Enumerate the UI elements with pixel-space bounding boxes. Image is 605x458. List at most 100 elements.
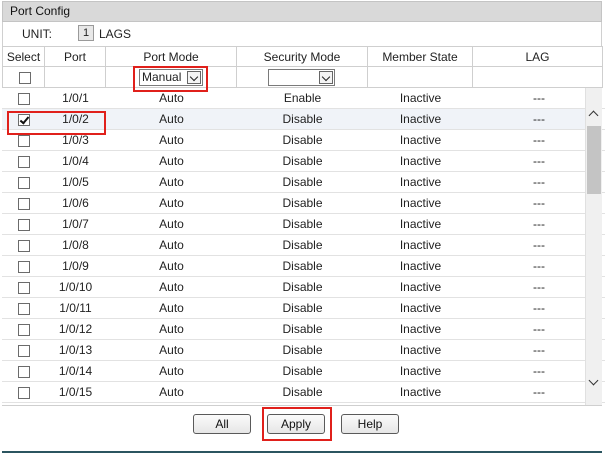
member-state-cell: Inactive: [368, 256, 473, 277]
member-state-cell: Inactive: [368, 298, 473, 319]
port-cell: 1/0/13: [45, 340, 106, 361]
port-mode-cell: Auto: [106, 256, 237, 277]
header-security-mode: Security Mode: [237, 46, 368, 67]
table-scrollbar[interactable]: [585, 88, 602, 405]
help-button[interactable]: Help: [341, 414, 399, 434]
table-header: Select Port Port Mode Security Mode Memb…: [2, 46, 603, 67]
table-row: 1/0/13 Auto Disable Inactive ---: [2, 340, 605, 361]
port-mode-cell: Auto: [106, 172, 237, 193]
header-member-state: Member State: [368, 46, 473, 67]
row-select-checkbox[interactable]: [18, 93, 30, 105]
port-mode-cell: Auto: [106, 340, 237, 361]
member-state-cell: Inactive: [368, 151, 473, 172]
row-select-checkbox[interactable]: [18, 156, 30, 168]
port-mode-cell: Auto: [106, 109, 237, 130]
lags-link[interactable]: LAGS: [99, 27, 131, 41]
header-port-mode: Port Mode: [106, 46, 237, 67]
table-row: 1/0/2 Auto Disable Inactive ---: [2, 109, 605, 130]
security-mode-cell: Disable: [237, 361, 368, 382]
security-mode-cell: Disable: [237, 382, 368, 403]
table-row: 1/0/4 Auto Disable Inactive ---: [2, 151, 605, 172]
security-mode-cell: Disable: [237, 130, 368, 151]
table-control-row: Manual: [2, 67, 603, 88]
port-cell: 1/0/2: [45, 109, 106, 130]
header-port: Port: [45, 46, 106, 67]
row-select-checkbox[interactable]: [18, 135, 30, 147]
unit-label: UNIT:: [22, 27, 52, 41]
port-mode-cell: Auto: [106, 298, 237, 319]
table-row: 1/0/5 Auto Disable Inactive ---: [2, 172, 605, 193]
apply-button[interactable]: Apply: [267, 414, 325, 434]
chevron-down-icon[interactable]: [187, 71, 201, 84]
port-cell: 1/0/8: [45, 235, 106, 256]
security-mode-cell: Disable: [237, 340, 368, 361]
port-cell: 1/0/15: [45, 382, 106, 403]
row-select-checkbox[interactable]: [18, 219, 30, 231]
member-state-cell: Inactive: [368, 361, 473, 382]
member-state-cell: Inactive: [368, 214, 473, 235]
select-all-checkbox[interactable]: [19, 72, 31, 84]
header-select: Select: [2, 46, 45, 67]
table-row: 1/0/10 Auto Disable Inactive ---: [2, 277, 605, 298]
security-mode-cell: Disable: [237, 151, 368, 172]
security-mode-cell: Disable: [237, 235, 368, 256]
row-select-checkbox[interactable]: [18, 324, 30, 336]
table-row: 1/0/12 Auto Disable Inactive ---: [2, 319, 605, 340]
member-state-cell: Inactive: [368, 277, 473, 298]
member-state-cell: Inactive: [368, 172, 473, 193]
port-mode-cell: Auto: [106, 235, 237, 256]
unit-1-button[interactable]: 1: [78, 25, 94, 41]
member-state-cell: Inactive: [368, 109, 473, 130]
security-mode-cell: Disable: [237, 319, 368, 340]
security-mode-select[interactable]: [268, 69, 335, 86]
row-select-checkbox[interactable]: [18, 261, 30, 273]
port-mode-cell: Auto: [106, 88, 237, 109]
row-select-checkbox[interactable]: [18, 240, 30, 252]
member-state-cell: Inactive: [368, 340, 473, 361]
row-select-checkbox[interactable]: [18, 366, 30, 378]
port-cell: 1/0/4: [45, 151, 106, 172]
panel-title: Port Config: [2, 1, 602, 22]
port-cell: 1/0/5: [45, 172, 106, 193]
security-mode-cell: Disable: [237, 109, 368, 130]
port-cell: 1/0/6: [45, 193, 106, 214]
port-mode-cell: Auto: [106, 214, 237, 235]
security-mode-cell: Enable: [237, 88, 368, 109]
chevron-down-icon[interactable]: [319, 71, 333, 84]
scroll-down-arrow-icon[interactable]: [586, 375, 602, 391]
security-mode-cell: Disable: [237, 193, 368, 214]
scroll-up-arrow-icon[interactable]: [586, 106, 602, 122]
row-select-checkbox[interactable]: [18, 387, 30, 399]
table-row: 1/0/15 Auto Disable Inactive ---: [2, 382, 605, 403]
table-row: 1/0/8 Auto Disable Inactive ---: [2, 235, 605, 256]
security-mode-cell: Disable: [237, 172, 368, 193]
row-select-checkbox[interactable]: [18, 177, 30, 189]
member-state-cell: Inactive: [368, 319, 473, 340]
row-select-checkbox[interactable]: [18, 114, 30, 126]
port-cell: 1/0/12: [45, 319, 106, 340]
member-state-cell: Inactive: [368, 130, 473, 151]
member-state-cell: Inactive: [368, 235, 473, 256]
port-mode-cell: Auto: [106, 193, 237, 214]
port-cell: 1/0/1: [45, 88, 106, 109]
port-mode-select-value: Manual: [142, 70, 182, 84]
port-mode-cell: Auto: [106, 382, 237, 403]
port-mode-select[interactable]: Manual: [139, 69, 203, 86]
port-cell: 1/0/7: [45, 214, 106, 235]
port-cell: 1/0/9: [45, 256, 106, 277]
member-state-cell: Inactive: [368, 382, 473, 403]
all-button[interactable]: All: [193, 414, 251, 434]
row-select-checkbox[interactable]: [18, 303, 30, 315]
row-select-checkbox[interactable]: [18, 282, 30, 294]
port-cell: 1/0/11: [45, 298, 106, 319]
table-row: 1/0/3 Auto Disable Inactive ---: [2, 130, 605, 151]
port-cell: 1/0/10: [45, 277, 106, 298]
port-cell: 1/0/14: [45, 361, 106, 382]
scroll-thumb[interactable]: [587, 126, 601, 194]
table-row: 1/0/1 Auto Enable Inactive ---: [2, 88, 605, 109]
row-select-checkbox[interactable]: [18, 345, 30, 357]
member-state-cell: Inactive: [368, 193, 473, 214]
security-mode-cell: Disable: [237, 214, 368, 235]
port-mode-cell: Auto: [106, 361, 237, 382]
row-select-checkbox[interactable]: [18, 198, 30, 210]
